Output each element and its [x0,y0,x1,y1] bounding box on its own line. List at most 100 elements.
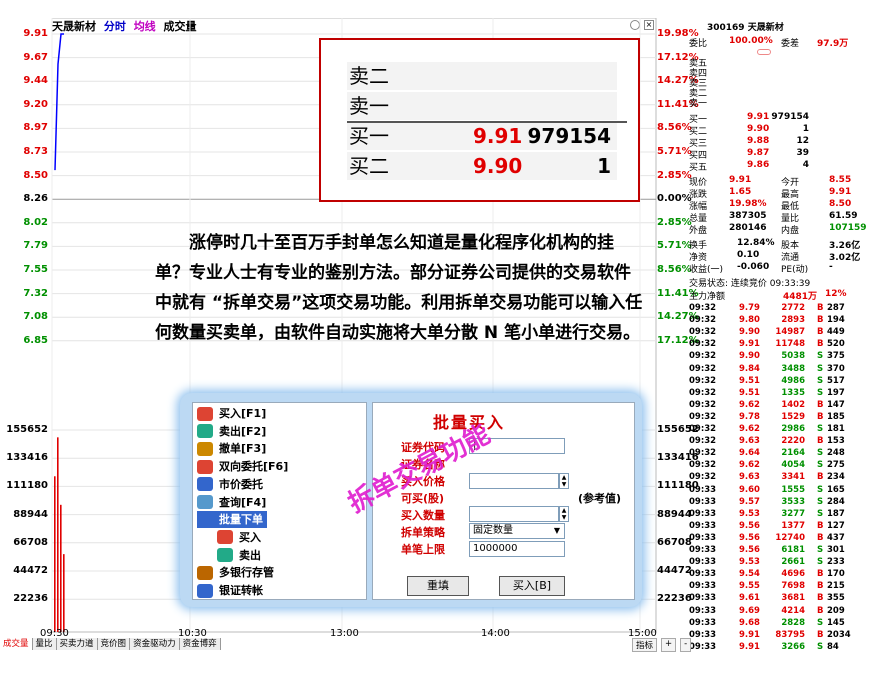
trade-tick-cell: 9.62 [739,460,760,471]
trade-tick-cell: 194 [827,315,845,326]
volume-tick-label-right: 155652 [657,424,699,435]
buy-level-row[interactable]: 买四 9.87 39 [689,148,849,161]
trade-tick-cell: 9.56 [739,532,760,543]
trade-menu-item[interactable]: 买入 [217,529,261,546]
trade-tick-cell: 5038 [781,351,805,362]
max-per-order-input[interactable]: 1000000 [469,541,565,557]
trade-tick-row: 09:33 9.91 3266 S 84 [689,642,849,654]
trade-menu-item[interactable]: 撤单[F3] [197,440,266,457]
price-tick-label: 9.20 [23,98,48,110]
volume-tick-label-right: 44472 [657,565,692,576]
trade-tick-cell: 3277 [781,508,805,519]
trade-tick-cell: 09:33 [689,484,717,495]
trade-menu-label: 批量下单 [219,513,263,527]
trade-status: 交易状态: 连续竞价 09:33:39 [689,279,811,289]
trade-menu-item[interactable]: 双向委托[F6] [197,458,288,475]
weicha-label: 委差 [781,39,800,49]
quantity-input[interactable] [469,506,559,522]
pct-tick-label: 14.27% [657,75,699,87]
bottom-control[interactable]: - [680,638,692,652]
volume-tick-label-right: 133416 [657,452,699,464]
indicator-tab[interactable]: 资金博弈 [179,638,221,650]
weibi-value: 100.00% [729,36,773,46]
trade-tick-cell: 1377 [781,520,805,531]
trade-tick-cell: 9.62 [739,424,760,434]
trade-tick-cell: 09:33 [689,617,717,628]
trade-menu-item[interactable]: 银证转帐 [197,582,263,599]
trade-menu-item[interactable]: 卖出[F2] [197,423,266,440]
buy-level-row[interactable]: 买三 9.88 12 [689,136,849,149]
stat-cell: 61.59 [829,211,858,221]
trade-tick-cell: 09:33 [689,593,717,604]
stat-row: 外盘 280146 内盘 107159 [689,223,867,236]
trade-menu-item[interactable]: 多银行存管 [197,564,274,581]
price-tick-label: 7.79 [23,240,48,252]
bottom-control[interactable]: + [661,638,677,652]
trade-menu-item[interactable]: 批量下单 [197,511,267,529]
trade-tick-cell: 301 [827,545,845,555]
trade-tick-cell: 1555 [781,484,805,495]
trade-tick-row: 09:32 9.51 4986 S 517 [689,376,849,388]
zoom-price: 9.90 [473,154,523,178]
trade-tick-cell: 9.56 [739,520,760,531]
trade-tick-cell: 09:32 [689,303,717,313]
buy-level-row[interactable]: 买二 9.90 1 [689,124,849,137]
pct-tick-label: 17.12% [657,51,699,63]
pct-tick-label: 11.41% [657,98,699,110]
trade-tick-row: 09:32 9.62 2986 S 181 [689,424,849,436]
trade-tick-cell: 181 [827,424,845,434]
volume-tick-label-right: 66708 [657,536,692,548]
reset-button[interactable]: 重填 [407,576,469,596]
trade-tick-cell: 9.54 [739,569,760,580]
indicator-tab[interactable]: 资金驱动力 [130,638,180,650]
indicator-tab[interactable]: 竞价图 [97,638,131,650]
volume-tick-label: 88944 [13,508,48,520]
zoom-label: 买一 [349,124,389,148]
trade-tick-cell: 9.64 [739,448,760,459]
trade-menu-item[interactable]: 卖出 [217,547,261,564]
trade-tick-cell: S [817,448,824,459]
main-net-label: 主力净额 [689,292,726,302]
trade-tick-cell: 2661 [781,557,805,568]
price-tick-label: 9.67 [23,51,48,63]
price-input[interactable] [469,473,559,489]
bottom-control[interactable]: 指标 [632,638,658,652]
trade-menu-item[interactable]: 买入[F1] [197,405,266,422]
buy-level-row[interactable]: 买五 9.86 4 [689,160,849,173]
sell-level-row: 卖一 [689,96,849,109]
trade-tick-cell: 170 [827,569,845,580]
buy-level-price: 9.90 [747,124,770,134]
collapse-icon[interactable] [757,49,771,55]
trade-tick-cell: 275 [827,460,845,471]
volume-tick-label: 66708 [13,536,48,548]
buy-level-row[interactable]: 买一 9.91 979154 [689,112,849,125]
indicator-tab[interactable]: 买卖力道 [56,638,98,650]
price-tick-label: 8.97 [23,122,48,134]
trade-menu-item[interactable]: 市价委托 [197,476,263,493]
indicator-tab[interactable]: 量比 [32,638,57,650]
trade-tick-row: 09:33 9.55 7698 B 215 [689,581,849,593]
strategy-select[interactable]: 固定数量 ▼ [469,523,565,539]
trade-tick-cell: 09:33 [689,532,717,543]
qry-icon [197,495,213,509]
trade-menu-label: 银证转帐 [219,584,263,597]
trade-tick-cell: 09:33 [689,641,717,652]
zoom-volume: 979154 [527,124,612,148]
trade-tick-cell: S [817,557,824,568]
trade-menu-item[interactable]: 查询[F4] [197,494,266,511]
buy-button[interactable]: 买入[B] [499,576,565,596]
trade-tick-cell: B [817,629,824,640]
volume-bar [54,476,56,632]
trade-tick-cell: S [817,545,824,555]
indicator-tab[interactable]: 成交量 [0,638,33,650]
trade-menu-label: 双向委托[F6] [219,460,289,474]
sell-icon [217,548,233,563]
ref-value-label: (参考值) [578,492,622,505]
quantity-spinner-icon[interactable]: ▲ ▼ [559,506,569,522]
price-spinner-icon[interactable]: ▲ ▼ [559,473,569,489]
trade-tick-cell: 147 [827,399,845,410]
trade-tick-cell: 09:32 [689,399,717,410]
trade-tick-cell: B [817,436,824,447]
stat2-cell: 0.10 [737,250,760,260]
trade-tick-cell: 2828 [781,617,805,628]
